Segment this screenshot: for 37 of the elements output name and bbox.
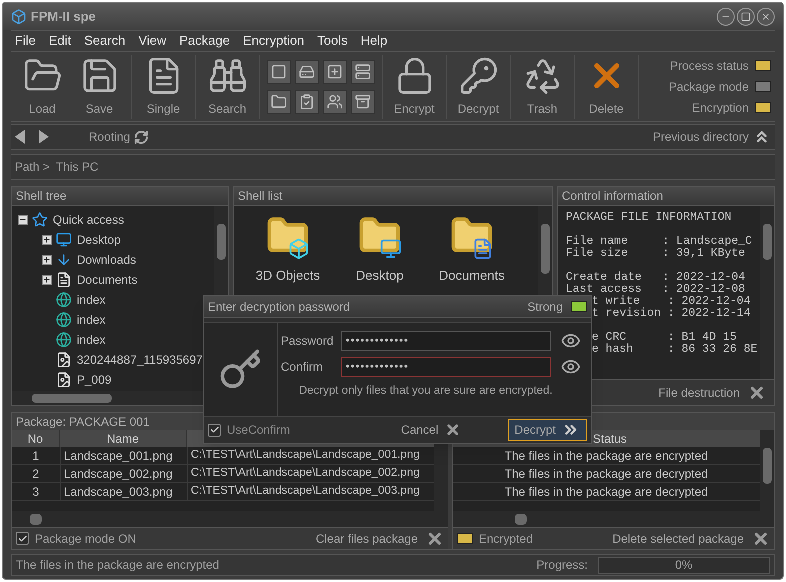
info-line: e hash : 86 33 26 8E (592, 344, 758, 356)
table-cell: The files in the package are decrypted (453, 465, 760, 483)
table-cell: The files in the package are encrypted (453, 447, 760, 465)
info-line: Last access : 2022-12-08 (566, 284, 746, 296)
table-cell-text: 1 (32, 448, 40, 464)
field-label: Password (281, 333, 335, 350)
indicator-label: Encryption (692, 100, 749, 116)
table-cell: The files in the package are decrypted (453, 483, 760, 501)
dialog-title: Enter decryption password (208, 298, 350, 316)
indicator-label: Process status (670, 58, 749, 74)
table-cell: Landscape_003.png (60, 482, 187, 500)
info-line: File size : 39,1 KByte (566, 248, 746, 260)
window-title: FPM-II spe (31, 8, 96, 26)
table-cell: Landscape_002.png (60, 464, 187, 482)
info-line: File name : Landscape_C (566, 236, 752, 248)
info-line: t write : 2022-12-04 (592, 296, 751, 308)
panel-header: Control information (558, 187, 774, 206)
field-label: Confirm (281, 359, 324, 376)
table-cell-text: 3 (32, 484, 40, 500)
table-cell: Landscape_001.png (60, 446, 187, 464)
checkbox-label: Package mode ON (35, 530, 136, 548)
strength-label: Strong (528, 298, 563, 316)
indicator-label: Encrypted (479, 530, 534, 548)
status-message: The files in the package are encrypted (16, 557, 220, 574)
panel-header: Shell tree (12, 187, 228, 206)
info-line: e CRC : B1 4D 15 (592, 332, 737, 344)
dialog-hint: Decrypt only files that you are sure are encrypted. (298, 384, 554, 399)
path-location: This PC (56, 159, 99, 176)
path-label: Path > (15, 159, 50, 176)
progress-value: 0% (675, 557, 693, 574)
info-line: Create date : 2022-12-04 (566, 272, 746, 284)
info-line: PACKAGE FILE INFORMATION (566, 212, 732, 224)
progress-label: Progress: (536, 557, 588, 574)
panel-header: Shell list (234, 187, 552, 206)
table-cell-text: 2 (32, 466, 40, 482)
info-line: t revision : 2022-12-14 (592, 308, 751, 320)
indicator-label: Package mode (668, 78, 749, 96)
